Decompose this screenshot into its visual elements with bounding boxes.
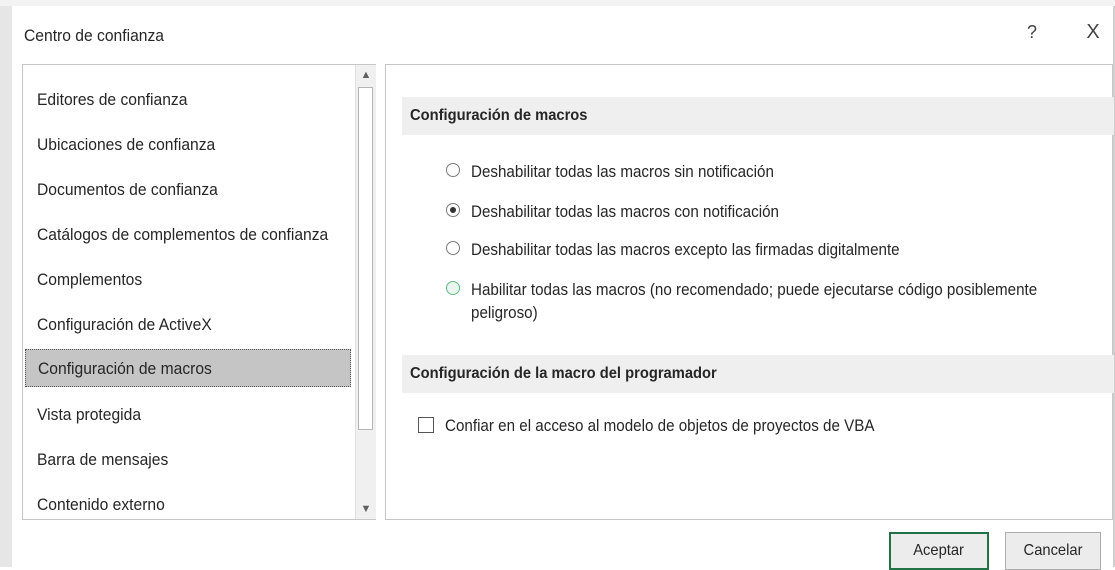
nav-item-external-content[interactable]: Contenido externo (23, 486, 353, 524)
radio-label: Deshabilitar todas las macros excepto la… (471, 239, 1091, 262)
nav-item-trusted-publishers[interactable]: Editores de confianza (23, 81, 353, 119)
nav-item-message-bar[interactable]: Barra de mensajes (23, 441, 353, 479)
radio-label-text: Habilitar todas las macros (no recomenda… (471, 281, 1038, 299)
nav-item-macro-settings[interactable]: Configuración de macros (25, 349, 351, 387)
radio-label-text: Deshabilitar todas las macros sin notifi… (471, 163, 774, 181)
nav-item-label: Contenido externo (37, 495, 165, 514)
checkbox-label-text: Confiar en el acceso al modelo de objeto… (445, 417, 875, 435)
nav-item-label: Ubicaciones de confianza (37, 135, 216, 154)
radio-label-text: peligroso) (471, 304, 538, 322)
scrollbar-thumb[interactable] (358, 87, 373, 430)
radio-button-selected[interactable] (446, 203, 460, 217)
nav-item-label: Editores de confianza (37, 90, 188, 109)
macro-settings-header: Configuración de macros (402, 97, 1114, 135)
radio-button[interactable] (446, 241, 460, 255)
ok-button-label: Aceptar (913, 542, 965, 559)
radio-label-text: Deshabilitar todas las macros excepto la… (471, 241, 900, 259)
checkbox[interactable] (418, 417, 434, 433)
nav-item-label: Catálogos de complementos de confianza (37, 225, 329, 244)
trust-center-dialog: Centro de confianza ? X Editores de conf… (12, 6, 1114, 570)
nav-item-trusted-documents[interactable]: Documentos de confianza (23, 171, 353, 209)
nav-item-label: Configuración de macros (38, 359, 212, 378)
radio-label: Deshabilitar todas las macros con notifi… (471, 201, 1091, 224)
nav-item-trusted-locations[interactable]: Ubicaciones de confianza (23, 126, 353, 164)
checkbox-label: Confiar en el acceso al modelo de objeto… (445, 415, 912, 437)
nav-item-label: Vista protegida (37, 405, 142, 424)
nav-item-activex-settings[interactable]: Configuración de ActiveX (23, 306, 353, 344)
nav-item-addins[interactable]: Complementos (23, 261, 353, 299)
cancel-button[interactable]: Cancelar (1005, 532, 1101, 570)
nav-item-label: Documentos de confianza (37, 180, 218, 199)
ok-button[interactable]: Aceptar (889, 532, 989, 570)
nav-item-protected-view[interactable]: Vista protegida (23, 396, 353, 434)
scroll-up-arrow-icon[interactable]: ▲ (357, 65, 375, 85)
radio-label: Habilitar todas las macros (no recomenda… (471, 279, 1091, 325)
settings-panel: Configuración de macros Deshabilitar tod… (385, 64, 1114, 520)
developer-macro-settings-header: Configuración de la macro del programado… (402, 355, 1114, 393)
nav-item-label: Complementos (37, 270, 143, 289)
cancel-button-label: Cancelar (1023, 542, 1083, 559)
category-list: Editores de confianza Ubicaciones de con… (22, 64, 376, 520)
category-scrollbar[interactable]: ▲ ▼ (355, 65, 376, 519)
close-button[interactable]: X (1080, 20, 1106, 44)
radio-label: Deshabilitar todas las macros sin notifi… (471, 161, 1091, 184)
dialog-title: Centro de confianza (24, 26, 164, 45)
radio-label-text: Deshabilitar todas las macros con notifi… (471, 203, 779, 221)
nav-item-trusted-addin-catalogs[interactable]: Catálogos de complementos de confianza (23, 216, 353, 254)
radio-button[interactable] (446, 281, 460, 295)
section-header-text: Configuración de macros (410, 107, 588, 124)
nav-item-label: Configuración de ActiveX (37, 315, 212, 334)
radio-button[interactable] (446, 163, 460, 177)
window-left-edge (0, 6, 12, 567)
nav-item-label: Barra de mensajes (37, 450, 169, 469)
help-button[interactable]: ? (1020, 20, 1044, 44)
scroll-down-arrow-icon[interactable]: ▼ (357, 499, 375, 519)
section-header-text: Configuración de la macro del programado… (410, 365, 717, 382)
